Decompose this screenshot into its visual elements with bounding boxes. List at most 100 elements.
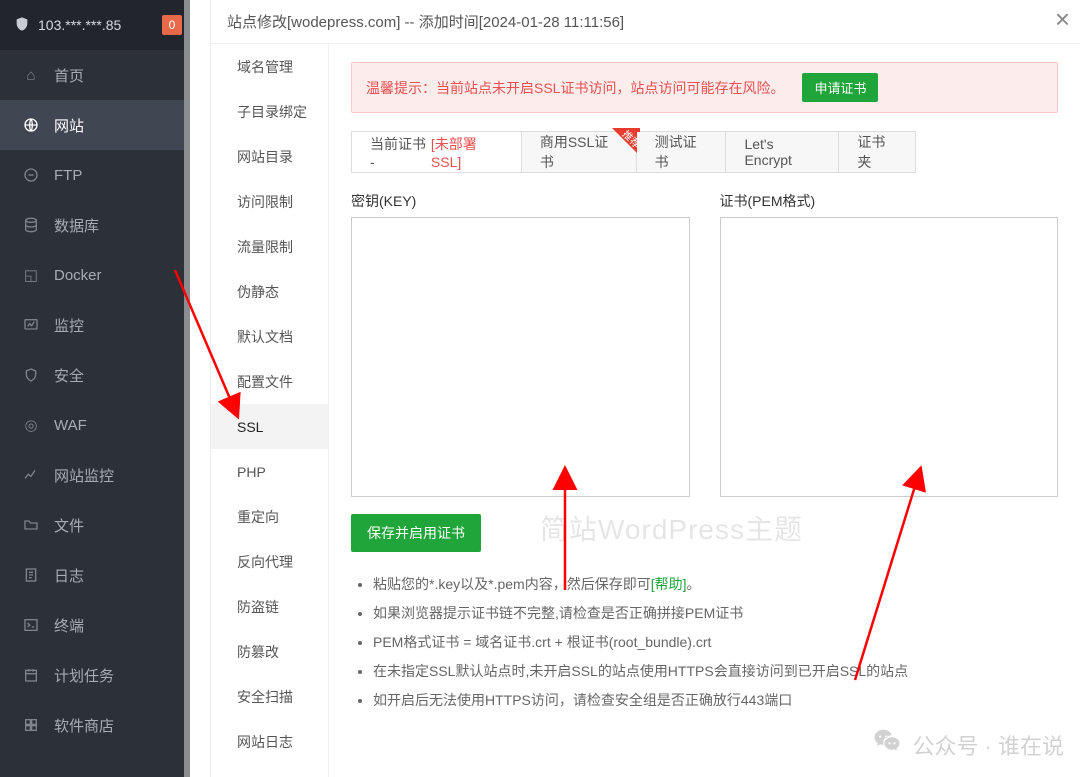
- nav-label: 日志: [54, 565, 84, 586]
- tab-test-cert[interactable]: 测试证书: [637, 132, 727, 172]
- terminal-icon: [22, 617, 40, 633]
- nav-site-monitor[interactable]: 网站监控: [0, 450, 190, 500]
- settings-item-traffic[interactable]: 流量限制: [211, 224, 328, 269]
- modal-title: 站点修改[wodepress.com] -- 添加时间[2024-01-28 1…: [227, 11, 624, 32]
- nav-monitor[interactable]: 监控: [0, 300, 190, 350]
- settings-item-proxy[interactable]: 反向代理: [211, 539, 328, 584]
- update-badge[interactable]: 0: [162, 15, 182, 35]
- ssl-tabs: 当前证书 - [未部署SSL] 商用SSL证书 推荐 测试证书 Let's En…: [351, 131, 916, 173]
- key-column: 密钥(KEY): [351, 191, 690, 500]
- ribbon-icon: 推荐: [612, 128, 640, 156]
- label: 流量限制: [237, 237, 293, 257]
- label: 防盗链: [237, 597, 279, 617]
- nav-ftp[interactable]: FTP: [0, 150, 190, 200]
- tab-cert-folder[interactable]: 证书夹: [839, 132, 915, 172]
- tab-letsencrypt[interactable]: Let's Encrypt: [726, 132, 839, 172]
- shield-icon: [14, 16, 30, 35]
- settings-item-domain[interactable]: 域名管理: [211, 44, 328, 89]
- nav-website[interactable]: 网站: [0, 100, 190, 150]
- nav-label: 软件商店: [54, 715, 114, 736]
- docker-icon: ◱: [22, 266, 40, 284]
- nav-home[interactable]: ⌂ 首页: [0, 50, 190, 100]
- note-item: 粘贴您的*.key以及*.pem内容，然后保存即可[帮助]。: [373, 574, 1058, 595]
- settings-item-hotlink[interactable]: 防盗链: [211, 584, 328, 629]
- nav-cron[interactable]: 计划任务: [0, 650, 190, 700]
- nav-scrollbar[interactable]: [184, 0, 190, 777]
- label: 访问限制: [237, 192, 293, 212]
- settings-item-sitedir[interactable]: 网站目录: [211, 134, 328, 179]
- ssl-content: 温馨提示：当前站点未开启SSL证书访问，站点访问可能存在风险。 申请证书 当前证…: [329, 44, 1080, 777]
- apply-cert-button[interactable]: 申请证书: [802, 73, 878, 102]
- nav-appstore[interactable]: 软件商店: [0, 700, 190, 750]
- label: 网站日志: [237, 732, 293, 752]
- tab-label: 证书夹: [857, 132, 897, 172]
- label: 域名管理: [237, 57, 293, 77]
- waf-icon: ◎: [22, 416, 40, 434]
- nav-waf[interactable]: ◎ WAF: [0, 400, 190, 450]
- settings-item-default-doc[interactable]: 默认文档: [211, 314, 328, 359]
- note-item: 如开启后无法使用HTTPS访问，请检查安全组是否正确放行443端口: [373, 690, 1058, 711]
- label: PHP: [237, 464, 266, 480]
- nav-files[interactable]: 文件: [0, 500, 190, 550]
- nav-label: Docker: [54, 267, 102, 284]
- pem-column: 证书(PEM格式): [720, 191, 1059, 500]
- site-modal: 站点修改[wodepress.com] -- 添加时间[2024-01-28 1…: [210, 0, 1080, 777]
- pem-textarea[interactable]: [720, 217, 1059, 497]
- nav-database[interactable]: 数据库: [0, 200, 190, 250]
- globe-icon: [22, 117, 40, 133]
- label: 安全扫描: [237, 687, 293, 707]
- nav-terminal[interactable]: 终端: [0, 600, 190, 650]
- label: 反向代理: [237, 552, 293, 572]
- key-textarea[interactable]: [351, 217, 690, 497]
- settings-item-redirect[interactable]: 重定向: [211, 494, 328, 539]
- nav-label: 计划任务: [54, 665, 114, 686]
- settings-item-php[interactable]: PHP: [211, 449, 328, 494]
- save-cert-button[interactable]: 保存并启用证书: [351, 514, 481, 552]
- close-icon[interactable]: ×: [1055, 6, 1070, 32]
- nav-label: 首页: [54, 65, 84, 86]
- nav-label: 文件: [54, 515, 84, 536]
- nav-label: 数据库: [54, 215, 99, 236]
- label: SSL: [237, 419, 263, 435]
- database-icon: [22, 217, 40, 233]
- alert-text: 温馨提示：当前站点未开启SSL证书访问，站点访问可能存在风险。: [366, 78, 784, 98]
- note-item: 在未指定SSL默认站点时,未开启SSL的站点使用HTTPS会直接访问到已开启SS…: [373, 661, 1058, 682]
- ftp-icon: [22, 167, 40, 183]
- note-text: 。: [686, 576, 700, 592]
- label: 伪静态: [237, 282, 279, 302]
- settings-item-sitelog[interactable]: 网站日志: [211, 719, 328, 764]
- tab-status: [未部署SSL]: [431, 134, 503, 170]
- nav-security[interactable]: 安全: [0, 350, 190, 400]
- log-icon: [22, 567, 40, 583]
- tab-commercial-ssl[interactable]: 商用SSL证书 推荐: [522, 132, 637, 172]
- settings-item-ssl[interactable]: SSL: [211, 404, 328, 449]
- nav-docker[interactable]: ◱ Docker: [0, 250, 190, 300]
- settings-item-access[interactable]: 访问限制: [211, 179, 328, 224]
- settings-nav: 域名管理 子目录绑定 网站目录 访问限制 流量限制 伪静态 默认文档 配置文件 …: [211, 44, 329, 777]
- nav-label: 监控: [54, 315, 84, 336]
- nav-label: WAF: [54, 417, 87, 434]
- tab-current-cert[interactable]: 当前证书 - [未部署SSL]: [352, 132, 522, 172]
- security-icon: [22, 367, 40, 383]
- key-label: 密钥(KEY): [351, 191, 690, 211]
- settings-item-rewrite[interactable]: 伪静态: [211, 269, 328, 314]
- label: 子目录绑定: [237, 102, 307, 122]
- label: 配置文件: [237, 372, 293, 392]
- nav-logs[interactable]: 日志: [0, 550, 190, 600]
- settings-item-subdir[interactable]: 子目录绑定: [211, 89, 328, 134]
- ssl-warning-alert: 温馨提示：当前站点未开启SSL证书访问，站点访问可能存在风险。 申请证书: [351, 62, 1058, 113]
- settings-item-config[interactable]: 配置文件: [211, 359, 328, 404]
- nav-label: 网站监控: [54, 465, 114, 486]
- settings-item-tamper[interactable]: 防篡改: [211, 629, 328, 674]
- home-icon: ⌂: [22, 67, 40, 84]
- nav-label: FTP: [54, 167, 82, 184]
- folder-icon: [22, 517, 40, 533]
- monitor-icon: [22, 317, 40, 333]
- settings-item-scan[interactable]: 安全扫描: [211, 674, 328, 719]
- modal-header: 站点修改[wodepress.com] -- 添加时间[2024-01-28 1…: [211, 0, 1080, 44]
- main-nav: 103.***.***.85 0 ⌂ 首页 网站 FTP 数据库 ◱ Docke…: [0, 0, 190, 777]
- server-ip: 103.***.***.85: [38, 17, 121, 33]
- help-link[interactable]: [帮助]: [651, 576, 687, 592]
- label: 重定向: [237, 507, 279, 527]
- tab-label: 测试证书: [655, 132, 708, 172]
